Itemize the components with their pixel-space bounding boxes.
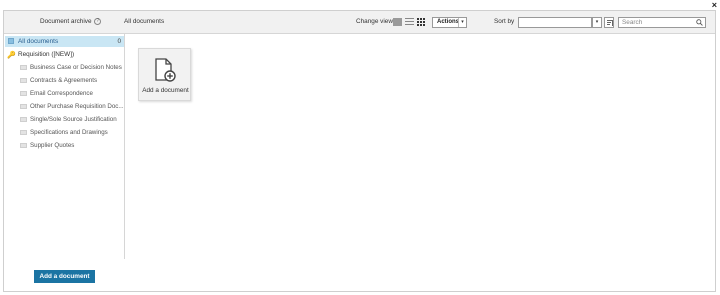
folder-icon [20, 78, 27, 83]
sidebar-item-label: Other Purchase Requisition Doc... [30, 103, 124, 110]
add-document-icon [155, 58, 176, 82]
key-icon: 🔑 [7, 52, 16, 59]
sidebar-item-label: Single/Sole Source Justification [30, 116, 117, 123]
sidebar-item-label: All documents [18, 38, 59, 45]
help-icon[interactable]: ? [94, 18, 102, 25]
folder-icon [20, 117, 27, 122]
sort-dropdown-chevron-icon[interactable]: ▾ [592, 17, 602, 28]
close-icon[interactable]: × [712, 0, 717, 10]
tile-label: Add a document [142, 87, 189, 94]
document-archive-dialog: Document archive ? All documents Change … [3, 10, 716, 292]
sidebar-item-all-documents[interactable]: All documents 0 [5, 36, 124, 47]
archive-title: Document archive ? [40, 18, 102, 26]
window-topbar: × [0, 0, 720, 10]
search-placeholder: Search [622, 19, 643, 26]
grid-view-icon[interactable] [417, 18, 426, 26]
add-document-tile[interactable]: Add a document [138, 48, 191, 101]
sort-by-label: Sort by [494, 18, 515, 25]
list-view-icon[interactable] [405, 18, 414, 26]
sidebar-item-label: Specifications and Drawings [30, 129, 108, 136]
actions-label: Actions [437, 19, 460, 25]
search-input[interactable]: Search [618, 17, 706, 28]
sort-by-select[interactable] [518, 17, 592, 28]
add-document-button[interactable]: Add a document [34, 270, 95, 283]
folder-icon [20, 130, 27, 135]
document-count: 0 [117, 38, 121, 45]
sidebar-item-label: Business Case or Decision Notes [30, 64, 122, 71]
folder-icon [20, 65, 27, 70]
breadcrumb: All documents [124, 18, 165, 25]
sort-order-icon[interactable] [604, 17, 614, 28]
folder-sidebar: All documents 0 🔑 Requisition ([NEW]) Bu… [4, 34, 125, 259]
archive-title-label: Document archive [40, 18, 92, 26]
sidebar-item-label: Requisition ([NEW]) [18, 51, 75, 58]
chevron-down-icon: ▾ [458, 18, 466, 27]
folder-icon [20, 91, 27, 96]
large-tile-view-icon[interactable] [393, 18, 402, 26]
folder-icon [20, 104, 27, 109]
actions-button[interactable]: Actions ▾ [432, 17, 467, 28]
search-icon[interactable] [696, 19, 703, 26]
change-view-label: Change view [356, 18, 393, 25]
sidebar-item-label: Email Correspondence [30, 90, 93, 97]
folder-icon [20, 143, 27, 148]
sidebar-item-label: Supplier Quotes [30, 142, 75, 149]
toolbar: Document archive ? All documents Change … [4, 11, 715, 34]
folder-icon [8, 38, 14, 44]
sidebar-item-label: Contracts & Agreements [30, 77, 98, 84]
